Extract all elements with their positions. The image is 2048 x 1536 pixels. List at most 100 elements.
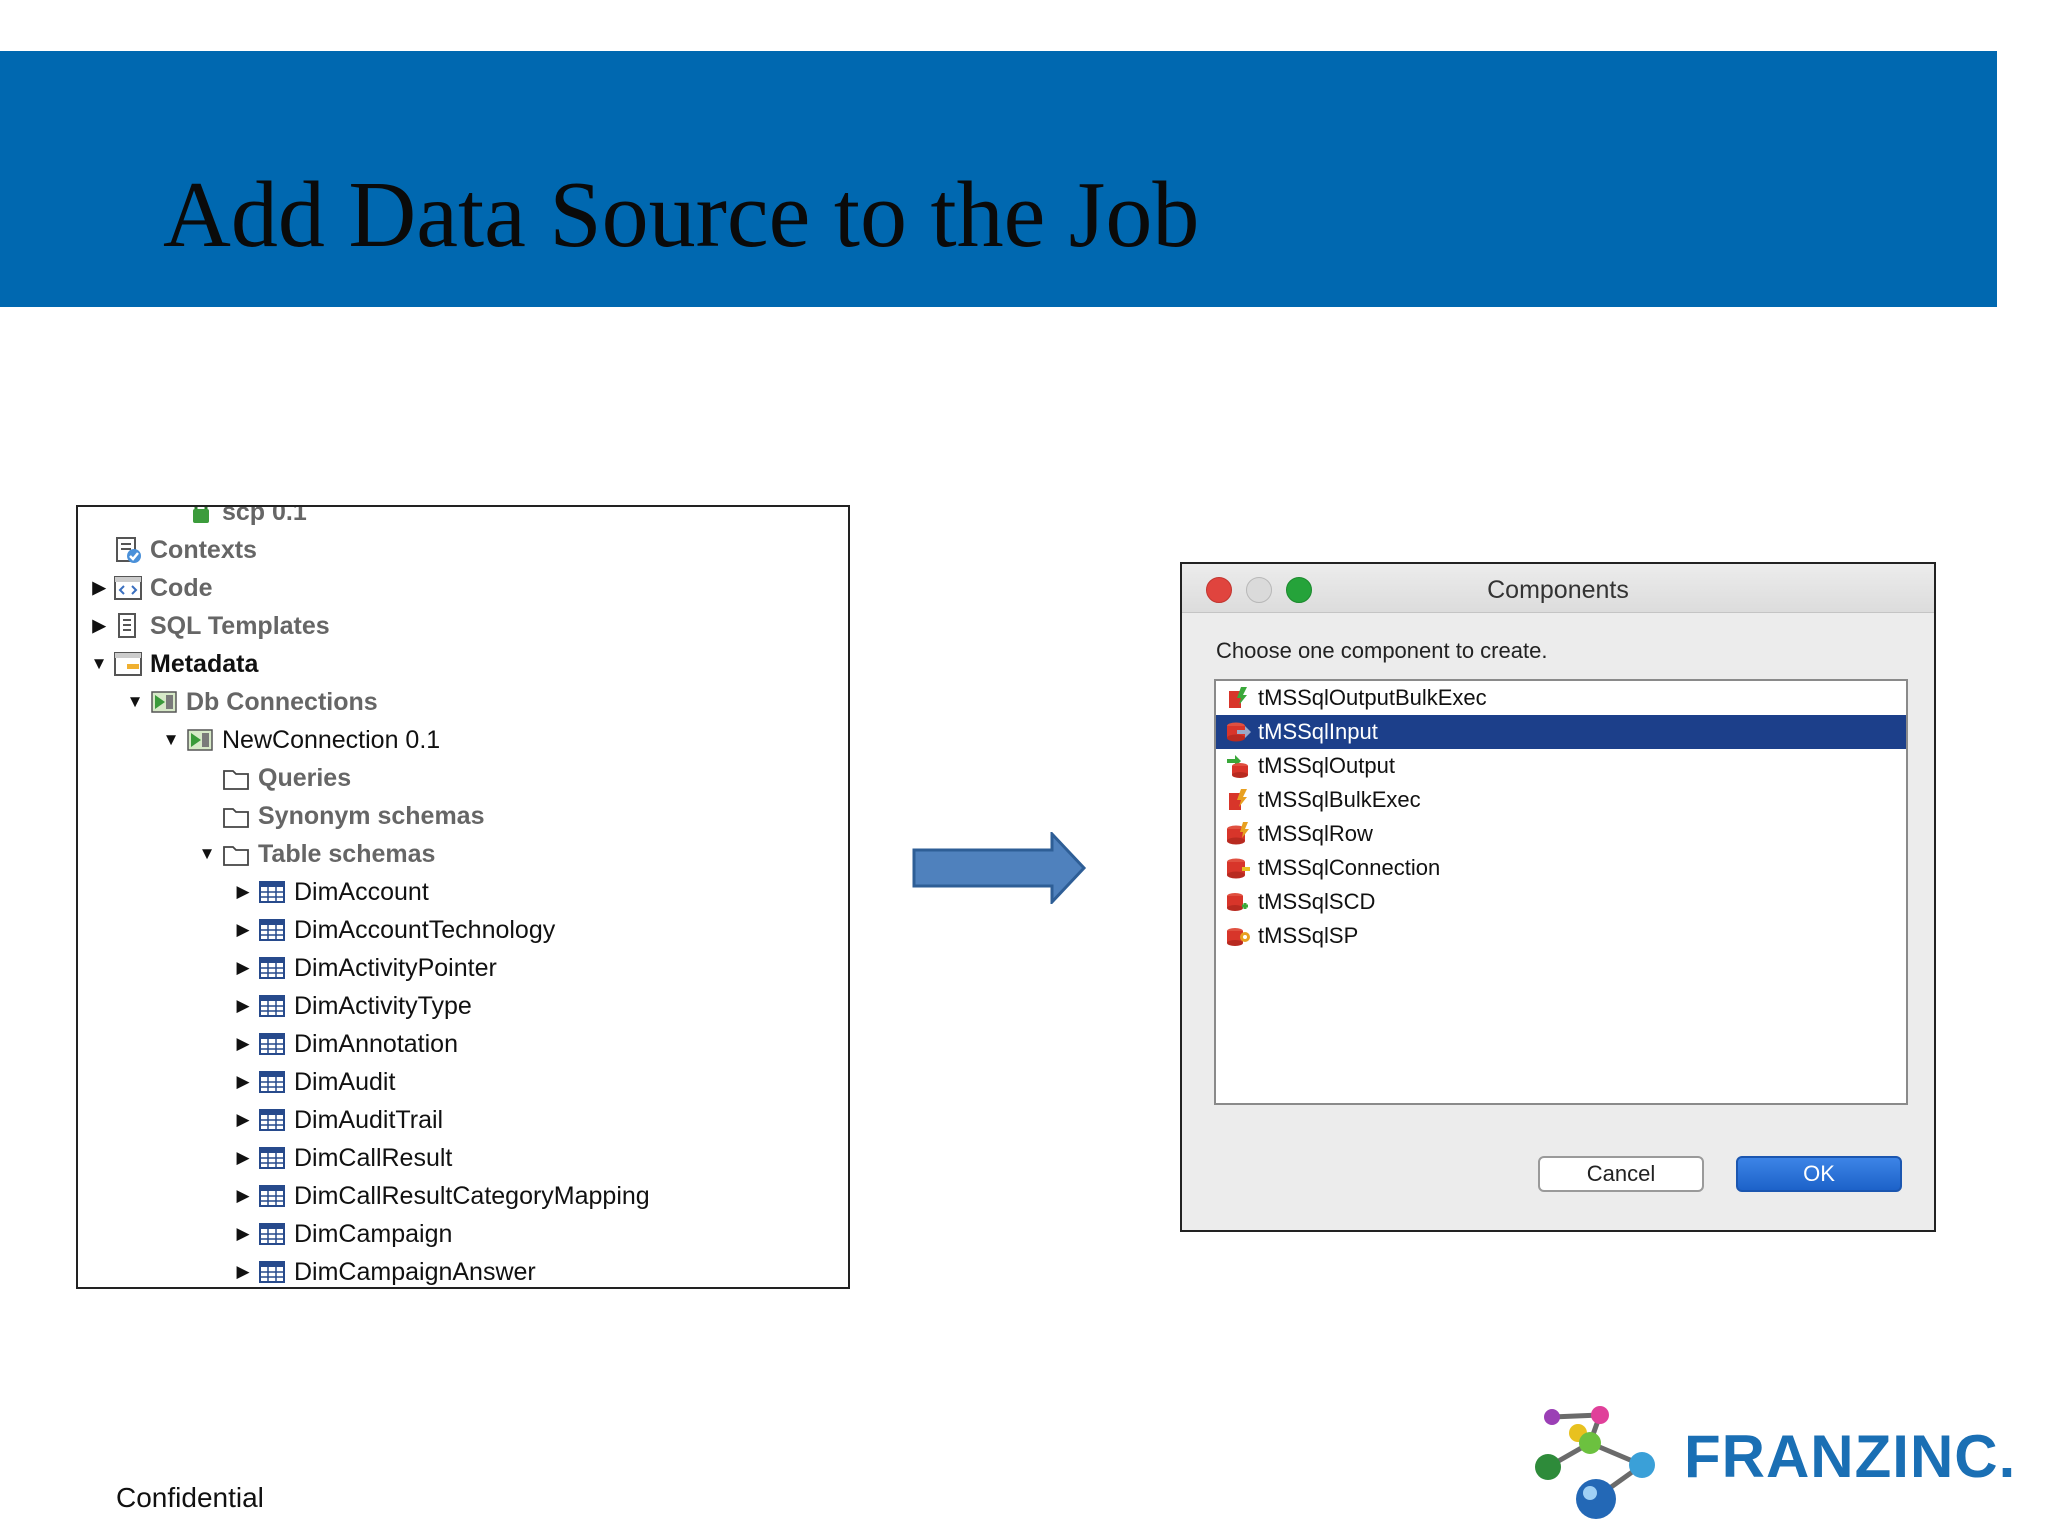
- tree-item-label: NewConnection 0.1: [222, 725, 441, 754]
- tree-item-label: DimActivityType: [294, 991, 472, 1020]
- tree-item[interactable]: ▶ Code: [86, 569, 212, 607]
- tree-item[interactable]: ▼ Metadata: [86, 645, 259, 683]
- table-icon: [256, 1066, 288, 1098]
- component-item[interactable]: tMSSqlSP: [1216, 919, 1906, 953]
- tree-item[interactable]: ▼ NewConnection 0.1: [158, 721, 441, 759]
- component-item[interactable]: tMSSqlSCD: [1216, 885, 1906, 919]
- expand-arrow-icon[interactable]: ▶: [230, 917, 256, 943]
- expand-arrow-icon[interactable]: ▶: [230, 879, 256, 905]
- table-icon: [256, 876, 288, 908]
- expand-arrow-icon[interactable]: ▶: [230, 1221, 256, 1247]
- components-dialog: Components Choose one component to creat…: [1180, 562, 1936, 1232]
- tree-item-label: Db Connections: [186, 687, 378, 716]
- expand-arrow-icon[interactable]: ▶: [230, 1145, 256, 1171]
- tree-item[interactable]: ▶ DimActivityPointer: [230, 949, 497, 987]
- component-label: tMSSqlOutput: [1258, 753, 1395, 778]
- expand-arrow-icon[interactable]: ▶: [230, 993, 256, 1019]
- collapse-arrow-icon[interactable]: ▼: [122, 689, 148, 715]
- db-row-icon: [1224, 820, 1252, 848]
- component-item[interactable]: tMSSqlOutputBulkExec: [1216, 681, 1906, 715]
- footer-confidential: Confidential: [116, 1482, 264, 1513]
- tree-item[interactable]: ▼ Table schemas: [194, 835, 436, 873]
- franz-logo-text: FRANZINC.: [1684, 1423, 2017, 1490]
- component-label: tMSSqlSCD: [1258, 889, 1376, 914]
- cancel-button[interactable]: Cancel: [1538, 1156, 1704, 1192]
- db-connection-icon: [184, 724, 216, 756]
- collapse-arrow-icon[interactable]: ▼: [194, 841, 220, 867]
- component-item[interactable]: tMSSqlRow: [1216, 817, 1906, 851]
- tree-item-label: Queries: [258, 763, 352, 792]
- table-icon: [256, 1180, 288, 1212]
- expand-arrow-icon[interactable]: ▶: [230, 1259, 256, 1285]
- bulk-exec-icon: [1224, 786, 1252, 814]
- tree-item-label: DimCallResultCategoryMapping: [294, 1181, 650, 1210]
- output-bulk-exec-icon: [1224, 684, 1252, 712]
- expand-arrow-icon[interactable]: ▶: [86, 613, 112, 639]
- tree-item-label: scp 0.1: [222, 505, 307, 526]
- component-label: tMSSqlBulkExec: [1258, 787, 1421, 812]
- component-list[interactable]: tMSSqlOutputBulkExec tMSSqlInput tMSSqlOut…: [1214, 679, 1908, 1105]
- tree-item[interactable]: ▼ Db Connections: [122, 683, 378, 721]
- tree-item[interactable]: scp 0.1: [158, 505, 307, 531]
- ok-button[interactable]: OK: [1736, 1156, 1902, 1192]
- sql-templates-icon: [112, 610, 144, 642]
- tree-item[interactable]: Contexts: [86, 531, 257, 569]
- table-icon: [256, 952, 288, 984]
- component-item[interactable]: tMSSqlOutput: [1216, 749, 1906, 783]
- tree-item[interactable]: Synonym schemas: [194, 797, 485, 835]
- table-icon: [256, 990, 288, 1022]
- db-output-icon: [1224, 752, 1252, 780]
- metadata-icon: [112, 648, 144, 680]
- tree-item-label: DimAnnotation: [294, 1029, 458, 1058]
- tree-item-label: DimActivityPointer: [294, 953, 497, 982]
- component-item[interactable]: tMSSqlInput: [1216, 715, 1906, 749]
- scd-icon: [1224, 888, 1252, 916]
- component-label: tMSSqlInput: [1258, 719, 1378, 744]
- tree-item-label: Synonym schemas: [258, 801, 485, 830]
- tree-item[interactable]: ▶ DimAnnotation: [230, 1025, 458, 1063]
- tree-item[interactable]: ▶ DimAccountTechnology: [230, 911, 555, 949]
- tree-item-label: DimAccount: [294, 877, 429, 906]
- tree-item-label: DimCallResult: [294, 1143, 453, 1172]
- franz-molecule-logo-icon: [1535, 1406, 1655, 1519]
- folder-icon: [220, 838, 252, 870]
- tree-item-label: Contexts: [150, 535, 257, 564]
- tree-item[interactable]: Queries: [194, 759, 351, 797]
- db-connection-icon: [148, 686, 180, 718]
- collapse-arrow-icon[interactable]: ▼: [86, 651, 112, 677]
- table-icon: [256, 1142, 288, 1174]
- tree-item[interactable]: ▶ DimActivityType: [230, 987, 472, 1025]
- component-label: tMSSqlRow: [1258, 821, 1373, 846]
- tree-item[interactable]: ▶ DimAuditTrail: [230, 1101, 443, 1139]
- table-icon: [256, 1104, 288, 1136]
- component-label: tMSSqlConnection: [1258, 855, 1441, 880]
- component-item[interactable]: tMSSqlConnection: [1216, 851, 1906, 885]
- tree-item[interactable]: ▶ DimCallResult: [230, 1139, 452, 1177]
- expand-arrow-icon[interactable]: ▶: [230, 955, 256, 981]
- collapse-arrow-icon[interactable]: ▼: [158, 727, 184, 753]
- tree-item[interactable]: ▶ DimAccount: [230, 873, 429, 911]
- component-label: tMSSqlSP: [1258, 923, 1359, 948]
- component-label: tMSSqlOutputBulkExec: [1258, 685, 1487, 710]
- tree-item-label: DimAuditTrail: [294, 1105, 444, 1134]
- tree-item[interactable]: ▶ SQL Templates: [86, 607, 329, 645]
- expand-arrow-icon[interactable]: ▶: [230, 1069, 256, 1095]
- expand-arrow-icon[interactable]: ▶: [86, 575, 112, 601]
- dialog-prompt: Choose one component to create.: [1216, 638, 1548, 663]
- dialog-titlebar: Components: [1182, 564, 1934, 613]
- component-item[interactable]: tMSSqlBulkExec: [1216, 783, 1906, 817]
- expand-arrow-icon[interactable]: ▶: [230, 1031, 256, 1057]
- tree-item[interactable]: ▶ DimCampaignAnswer: [230, 1253, 535, 1287]
- tree-item-label: DimAudit: [294, 1067, 396, 1096]
- job-locked-icon: [184, 507, 216, 528]
- tree-item[interactable]: ▶ DimCallResultCategoryMapping: [230, 1177, 650, 1215]
- expand-arrow-icon[interactable]: ▶: [230, 1107, 256, 1133]
- tree-item[interactable]: ▶ DimAudit: [230, 1063, 395, 1101]
- tree-item[interactable]: ▶ DimCampaign: [230, 1215, 452, 1253]
- db-input-icon: [1224, 718, 1252, 746]
- folder-icon: [220, 762, 252, 794]
- expand-arrow-icon[interactable]: ▶: [230, 1183, 256, 1209]
